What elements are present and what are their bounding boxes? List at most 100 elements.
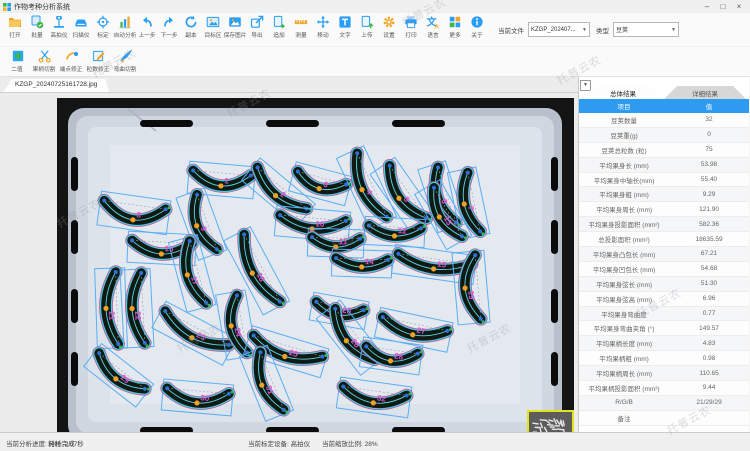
- result-item-value: 53.98: [669, 157, 749, 172]
- scanner-button[interactable]: 扫描仪: [70, 15, 92, 39]
- table-row[interactable]: 平均果身长 (mm)53.98: [579, 157, 749, 172]
- ruler-icon: [294, 15, 308, 29]
- stem-cut-button[interactable]: 果柄切割: [31, 49, 58, 73]
- table-row[interactable]: 总投影面积 (mm²)18635.59: [579, 232, 749, 247]
- table-row[interactable]: 备注: [579, 410, 749, 425]
- table-row[interactable]: R/G/B21/29/29: [579, 395, 749, 410]
- export-button[interactable]: 导出: [246, 15, 268, 39]
- more-button[interactable]: 更多: [444, 15, 466, 39]
- endpoint-icon: [65, 49, 79, 63]
- result-item-value: 51.30: [669, 276, 749, 291]
- table-row[interactable]: 平均果柄粗 (mm)0.98: [579, 351, 749, 366]
- count-fix-button[interactable]: 粒数修正: [85, 49, 112, 73]
- table-row[interactable]: 平均果柄长度 (mm)4.83: [579, 336, 749, 351]
- toolbar-button-label: 设置: [383, 30, 394, 39]
- toolbar-button-label: 端点修正: [60, 64, 83, 73]
- result-item-label: 平均果身粗 (mm): [579, 187, 669, 202]
- toolbar-button-label: 扫描仪: [72, 30, 89, 39]
- main-area: KZGP_20240725161728.jpg 1234567891011121…: [0, 77, 750, 451]
- settings-button[interactable]: 设置: [378, 15, 400, 39]
- table-row[interactable]: 平均果身凹包长 (mm)54.68: [579, 261, 749, 276]
- redo-arrow-icon: [162, 15, 176, 29]
- doc-camera-button[interactable]: 高拍仪: [48, 15, 70, 39]
- calibrate-button[interactable]: 标定: [92, 15, 114, 39]
- svg-text:19: 19: [466, 290, 476, 300]
- result-item-label: 平均果身投影面积 (mm²): [579, 217, 669, 232]
- toolbar-button-label: 保存图片: [224, 30, 247, 39]
- undo-button[interactable]: 上一步: [136, 15, 158, 39]
- auto-analyze-button[interactable]: 自动分析: [114, 15, 136, 39]
- measure-button[interactable]: 测量: [290, 15, 312, 39]
- table-row[interactable]: 平均果柄投影面积 (mm²)9.44: [579, 381, 749, 396]
- toolbar-button-label: 语言: [427, 30, 438, 39]
- table-row[interactable]: 平均果身凸包长 (mm)67.21: [579, 247, 749, 262]
- table-row[interactable]: 平均果身投影面积 (mm²)582.36: [579, 217, 749, 232]
- toolbar-button-label: 高拍仪: [50, 30, 67, 39]
- svg-text:14: 14: [365, 257, 375, 266]
- result-item-label: 平均果身弯曲夹角 (°): [579, 321, 669, 336]
- status-item: 当前缩放比例: 28%: [322, 438, 378, 448]
- dart-icon: [119, 49, 133, 63]
- table-row[interactable]: 平均果身弦长 (mm)51.30: [579, 276, 749, 291]
- duplicate-button[interactable]: 副本: [180, 15, 202, 39]
- toolbar-button-label: 标定: [97, 30, 108, 39]
- move-arrows-icon: [316, 15, 330, 29]
- title-bar: 作物考种分析系统 – □ ×: [0, 0, 750, 13]
- printer-icon: [404, 15, 418, 29]
- toolbar-button-label: 导出: [251, 30, 262, 39]
- toolbar-button-label: 上一步: [138, 30, 155, 39]
- svg-text:21: 21: [107, 311, 116, 321]
- table-row[interactable]: 豆荚重(g)0: [579, 127, 749, 142]
- upload-button[interactable]: 上传: [356, 15, 378, 39]
- main-toolbar: 打开批量高拍仪扫描仪标定自动分析上一步下一步副本目标区保存图片导出追加测量移动文…: [0, 13, 750, 46]
- table-row[interactable]: 豆荚总粒数 (粒)75: [579, 142, 749, 157]
- close-button[interactable]: ×: [731, 0, 747, 13]
- save-image-button[interactable]: 保存图片: [224, 15, 246, 39]
- result-item-label: R/G/B: [579, 395, 669, 410]
- language-button[interactable]: 文A语言: [422, 15, 444, 39]
- target-area-button[interactable]: 目标区: [202, 15, 224, 39]
- panel-collapse-button[interactable]: ▼: [580, 80, 591, 91]
- table-row[interactable]: 平均果身弯曲度0.77: [579, 306, 749, 321]
- table-row[interactable]: 平均果身弦高 (mm)6.96: [579, 291, 749, 306]
- document-tab[interactable]: KZGP_20240725161728.jpg: [3, 79, 109, 92]
- table-row[interactable]: 平均果身中轴长(mm)55.40: [579, 172, 749, 187]
- scissors-icon: [38, 49, 52, 63]
- bend-cut-button[interactable]: 弯曲切割: [112, 49, 139, 73]
- batch-button[interactable]: 批量: [26, 15, 48, 39]
- minimize-button[interactable]: –: [699, 0, 715, 13]
- maximize-button[interactable]: □: [715, 0, 731, 13]
- image-canvas[interactable]: 1234567891011121314151617181920212223242…: [0, 93, 578, 451]
- refresh-icon: [184, 15, 198, 29]
- result-item-value: 9.44: [669, 381, 749, 396]
- result-item-label: 平均果身凸包长 (mm): [579, 247, 669, 262]
- result-item-value: 67.21: [669, 247, 749, 262]
- results-tab-detail[interactable]: 详细结果: [664, 86, 746, 99]
- move-button[interactable]: 移动: [312, 15, 334, 39]
- table-row[interactable]: 平均果身周长 (mm)121.90: [579, 202, 749, 217]
- toolbar-button-label: 文字: [339, 30, 350, 39]
- export-icon: [250, 15, 264, 29]
- current-file-dropdown[interactable]: KZGP_202407...▼: [528, 22, 590, 37]
- endpoint-fix-button[interactable]: 端点修正: [58, 49, 85, 73]
- about-button[interactable]: 关于: [466, 15, 488, 39]
- status-item: 耗时: 2.07秒: [48, 438, 84, 448]
- toolbar-button-label: 上传: [361, 30, 372, 39]
- text-button[interactable]: 文字: [334, 15, 356, 39]
- table-row[interactable]: 平均果身粗 (mm)9.29: [579, 187, 749, 202]
- result-item-label: 平均果身周长 (mm): [579, 202, 669, 217]
- batch-icon: [30, 15, 44, 29]
- open-button[interactable]: 打开: [4, 15, 26, 39]
- image-column: KZGP_20240725161728.jpg 1234567891011121…: [0, 77, 578, 451]
- print-button[interactable]: 打印: [400, 15, 422, 39]
- table-row[interactable]: 平均果柄周长 (mm)110.65: [579, 366, 749, 381]
- table-row[interactable]: 平均果身弯曲夹角 (°)149.57: [579, 321, 749, 336]
- result-item-label: 豆荚数量: [579, 113, 669, 127]
- redo-button[interactable]: 下一步: [158, 15, 180, 39]
- table-row[interactable]: 豆荚数量32: [579, 113, 749, 127]
- type-dropdown[interactable]: 豆荚▼: [613, 22, 679, 37]
- result-item-label: 平均果柄周长 (mm): [579, 366, 669, 381]
- append-button[interactable]: 追加: [268, 15, 290, 39]
- results-tab-overall[interactable]: 总体结果: [582, 86, 664, 99]
- binarize-button[interactable]: 二值: [4, 49, 31, 73]
